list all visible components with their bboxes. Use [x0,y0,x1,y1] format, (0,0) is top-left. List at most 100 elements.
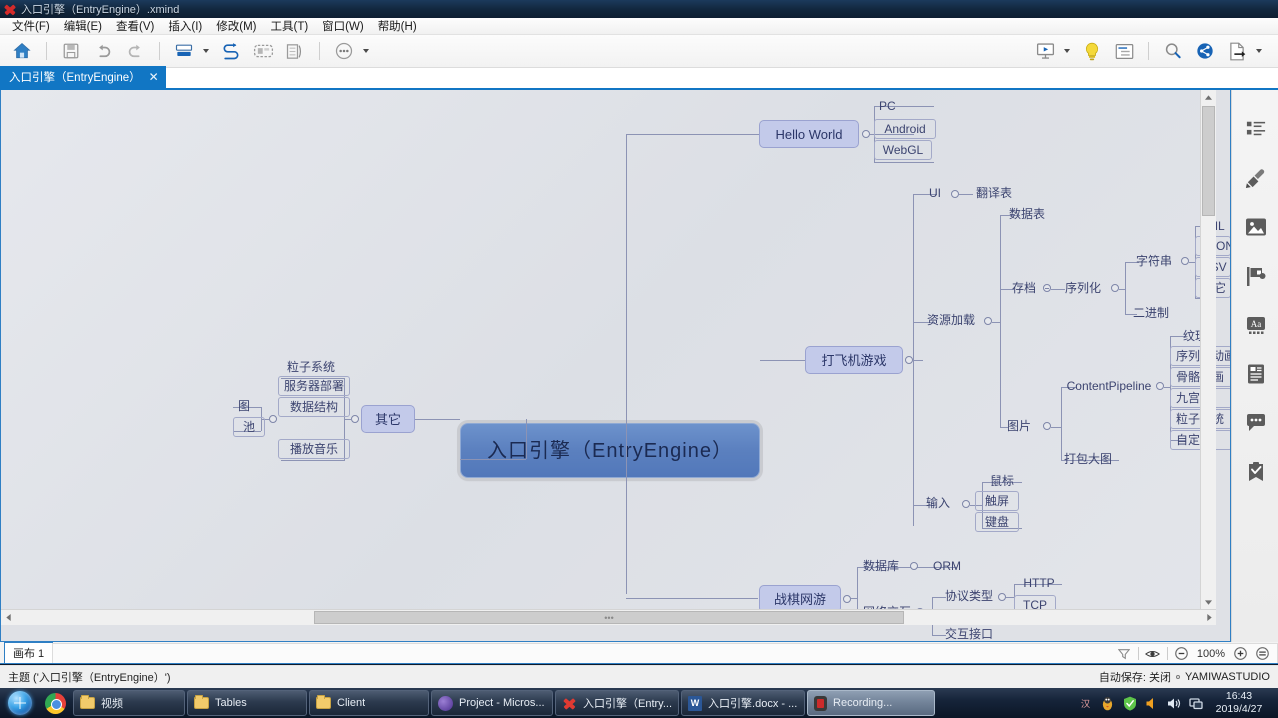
fit-to-window-button[interactable] [1251,645,1273,663]
mindmap-canvas-area[interactable]: 入口引擎（EntryEngine） Hello World PC Android… [0,90,1231,642]
taskbar-clock[interactable]: 16:43 2019/4/27 [1210,690,1272,716]
presentation-dropdown-caret[interactable] [1061,38,1072,64]
boundary-button[interactable] [248,37,278,65]
task-client[interactable]: Client [309,690,429,716]
node-pool[interactable]: 池 [233,417,265,437]
node-touchscreen[interactable]: 触屏 [975,491,1019,511]
relationship-button[interactable] [216,37,246,65]
node-webgl[interactable]: WebGL [874,140,932,160]
collapse-knob-string[interactable] [1181,257,1189,265]
scroll-up-arrow[interactable] [1201,90,1216,104]
sidebar-task[interactable] [1232,447,1278,496]
node-orm[interactable]: ORM [931,558,963,574]
node-http[interactable]: HTTP [1019,575,1059,591]
ime-icon[interactable]: 汉 [1078,696,1093,711]
canvas-vertical-scrollbar[interactable] [1200,90,1216,625]
task-project[interactable]: Project - Micros... [431,690,553,716]
tab-entryengine[interactable]: 入口引擎（EntryEngine） ✕ [0,66,166,88]
penguin-icon[interactable] [1100,696,1115,711]
sidebar-marker[interactable] [1232,251,1278,300]
mindmap-root-node[interactable]: 入口引擎（EntryEngine） [460,423,760,478]
presentation-button[interactable] [1030,37,1060,65]
node-string[interactable]: 字符串 [1132,253,1176,269]
menu-help[interactable]: 帮助(H) [371,17,424,35]
sidebar-image[interactable] [1232,202,1278,251]
menu-edit[interactable]: 编辑(E) [57,17,109,35]
speaker-icon[interactable] [1166,696,1181,711]
collapse-knob-database[interactable] [910,562,918,570]
node-translation-table[interactable]: 翻译表 [971,185,1017,201]
node-android[interactable]: Android [874,119,936,139]
menu-insert[interactable]: 插入(I) [161,17,209,35]
node-data-structure[interactable]: 数据结构 [278,397,350,417]
filter-button[interactable] [1113,645,1135,663]
node-play-music[interactable]: 播放音乐 [278,439,350,459]
collapse-knob-data-structure[interactable] [269,415,277,423]
menu-tools[interactable]: 工具(T) [263,17,315,35]
node-ui[interactable]: UI [923,185,947,201]
node-hello-world[interactable]: Hello World [759,120,859,148]
close-icon[interactable]: ✕ [149,71,159,83]
share-button[interactable] [1190,37,1220,65]
task-word[interactable]: W 入口引擎.docx - ... [681,690,806,716]
collapse-knob-ui[interactable] [951,190,959,198]
task-recording[interactable]: Recording... [807,690,936,716]
menu-file[interactable]: 文件(F) [5,17,57,35]
home-button[interactable] [7,37,37,65]
canvas-horizontal-scrollbar[interactable]: ••• [1,609,1216,625]
scroll-left-arrow[interactable] [1,610,15,625]
node-image-asset[interactable]: 图片 [1004,418,1034,434]
collapse-knob-image-asset[interactable] [1043,422,1051,430]
scroll-thumb-horizontal[interactable]: ••• [314,611,904,624]
undo-button[interactable] [88,37,118,65]
collapse-knob-protocol[interactable] [998,593,1006,601]
node-serialization[interactable]: 序列化 [1063,280,1103,296]
node-others[interactable]: 其它 [361,405,415,433]
collapse-knob-serialization[interactable] [1111,284,1119,292]
sidebar-notes[interactable] [1232,349,1278,398]
task-xmind[interactable]: 入口引擎（Entry... [555,690,680,716]
collapse-knob-plane-game[interactable] [905,356,913,364]
search-button[interactable] [1158,37,1188,65]
more-dropdown-caret[interactable] [360,38,371,64]
shield-icon[interactable] [1122,696,1137,711]
node-protocol-type[interactable]: 协议类型 [944,588,994,604]
menu-view[interactable]: 查看(V) [109,17,161,35]
sidebar-style[interactable] [1232,153,1278,202]
collapse-knob-resource-loading[interactable] [984,317,992,325]
scroll-right-arrow[interactable] [1202,610,1216,625]
summary-button[interactable] [280,37,310,65]
collapse-knob-others[interactable] [351,415,359,423]
task-tables[interactable]: Tables [187,690,307,716]
volume-mute-icon[interactable] [1144,696,1159,711]
sheet-tab-canvas1[interactable]: 画布 1 [4,642,54,663]
node-content-pipeline[interactable]: ContentPipeline [1064,378,1154,394]
show-hide-button[interactable] [1142,645,1164,663]
collapse-knob-archive[interactable] [1043,284,1051,292]
scroll-thumb-vertical[interactable] [1202,106,1215,216]
node-archive[interactable]: 存档 [1009,280,1039,296]
export-button[interactable] [1222,37,1252,65]
insert-topic-button[interactable] [169,37,199,65]
sidebar-comment[interactable] [1232,398,1278,447]
sidebar-font[interactable]: Aa [1232,300,1278,349]
mindmap-canvas[interactable]: 入口引擎（EntryEngine） Hello World PC Android… [1,90,1230,640]
node-mouse[interactable]: 鼠标 [985,473,1019,489]
outline-button[interactable] [1109,37,1139,65]
node-atlas-packing[interactable]: 打包大图 [1059,451,1117,467]
network-icon[interactable] [1188,696,1203,711]
collapse-knob-input[interactable] [962,500,970,508]
node-pc[interactable]: PC [879,98,919,114]
node-interaction-interface[interactable]: 交互接口 [941,626,997,641]
node-data-table[interactable]: 数据表 [1003,206,1051,222]
node-server-deploy[interactable]: 服务器部署 [278,376,350,396]
export-dropdown-caret[interactable] [1253,38,1264,64]
save-button[interactable] [56,37,86,65]
scroll-down-arrow[interactable] [1201,595,1216,609]
node-database[interactable]: 数据库 [859,558,903,574]
topic-dropdown-caret[interactable] [200,38,211,64]
collapse-knob-hello-world[interactable] [862,130,870,138]
node-keyboard[interactable]: 键盘 [975,512,1019,532]
redo-button[interactable] [120,37,150,65]
menu-modify[interactable]: 修改(M) [209,17,263,35]
